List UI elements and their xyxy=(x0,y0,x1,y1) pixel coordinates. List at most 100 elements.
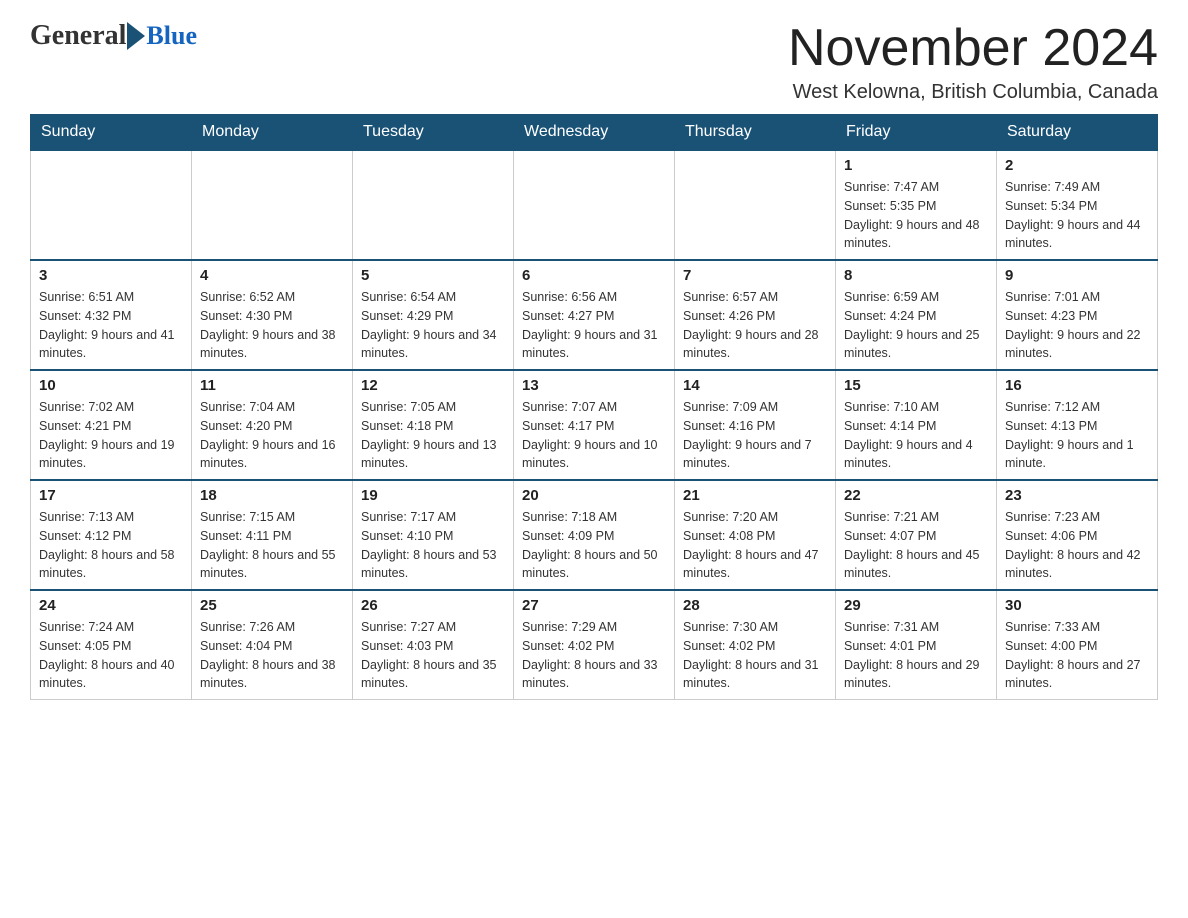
day-info: Sunrise: 6:59 AMSunset: 4:24 PMDaylight:… xyxy=(844,288,988,363)
calendar-cell: 23 Sunrise: 7:23 AMSunset: 4:06 PMDayligh… xyxy=(997,480,1158,590)
weekday-header-monday: Monday xyxy=(192,115,353,151)
calendar-cell: 8 Sunrise: 6:59 AMSunset: 4:24 PMDaylight… xyxy=(836,260,997,370)
day-number: 30 xyxy=(1005,597,1149,614)
day-info: Sunrise: 7:31 AMSunset: 4:01 PMDaylight:… xyxy=(844,618,988,693)
day-info: Sunrise: 6:52 AMSunset: 4:30 PMDaylight:… xyxy=(200,288,344,363)
day-info: Sunrise: 7:05 AMSunset: 4:18 PMDaylight:… xyxy=(361,398,505,473)
day-info: Sunrise: 7:26 AMSunset: 4:04 PMDaylight:… xyxy=(200,618,344,693)
calendar-cell: 4 Sunrise: 6:52 AMSunset: 4:30 PMDaylight… xyxy=(192,260,353,370)
day-number: 26 xyxy=(361,597,505,614)
day-info: Sunrise: 7:02 AMSunset: 4:21 PMDaylight:… xyxy=(39,398,183,473)
calendar-cell: 3Sunrise: 6:51 AMSunset: 4:32 PMDaylight… xyxy=(31,260,192,370)
calendar-cell: 24 Sunrise: 7:24 AMSunset: 4:05 PMDayligh… xyxy=(31,590,192,700)
calendar-cell: 2 Sunrise: 7:49 AMSunset: 5:34 PMDaylight… xyxy=(997,150,1158,260)
day-number: 10 xyxy=(39,377,183,394)
day-number: 9 xyxy=(1005,267,1149,284)
day-number: 2 xyxy=(1005,157,1149,174)
day-number: 5 xyxy=(361,267,505,284)
calendar-cell: 1 Sunrise: 7:47 AMSunset: 5:35 PMDaylight… xyxy=(836,150,997,260)
logo-chevron-icon xyxy=(127,22,145,50)
day-info: Sunrise: 7:30 AMSunset: 4:02 PMDaylight:… xyxy=(683,618,827,693)
logo-general: General xyxy=(30,20,126,52)
calendar-cell: 15 Sunrise: 7:10 AMSunset: 4:14 PMDayligh… xyxy=(836,370,997,480)
weekday-header-friday: Friday xyxy=(836,115,997,151)
day-number: 4 xyxy=(200,267,344,284)
day-number: 18 xyxy=(200,487,344,504)
weekday-header-sunday: Sunday xyxy=(31,115,192,151)
calendar-cell: 16 Sunrise: 7:12 AMSunset: 4:13 PMDayligh… xyxy=(997,370,1158,480)
day-info: Sunrise: 7:47 AMSunset: 5:35 PMDaylight:… xyxy=(844,178,988,253)
calendar-table: SundayMondayTuesdayWednesdayThursdayFrid… xyxy=(30,114,1158,700)
weekday-header-tuesday: Tuesday xyxy=(353,115,514,151)
calendar-cell: 26 Sunrise: 7:27 AMSunset: 4:03 PMDayligh… xyxy=(353,590,514,700)
day-number: 11 xyxy=(200,377,344,394)
calendar-cell: 9Sunrise: 7:01 AMSunset: 4:23 PMDaylight… xyxy=(997,260,1158,370)
calendar-week-5: 24 Sunrise: 7:24 AMSunset: 4:05 PMDayligh… xyxy=(31,590,1158,700)
day-number: 21 xyxy=(683,487,827,504)
day-number: 12 xyxy=(361,377,505,394)
day-number: 7 xyxy=(683,267,827,284)
day-info: Sunrise: 7:21 AMSunset: 4:07 PMDaylight:… xyxy=(844,508,988,583)
day-info: Sunrise: 7:07 AMSunset: 4:17 PMDaylight:… xyxy=(522,398,666,473)
day-info: Sunrise: 7:15 AMSunset: 4:11 PMDaylight:… xyxy=(200,508,344,583)
calendar-cell: 10 Sunrise: 7:02 AMSunset: 4:21 PMDayligh… xyxy=(31,370,192,480)
logo-blue: Blue xyxy=(146,21,197,51)
day-info: Sunrise: 7:23 AMSunset: 4:06 PMDaylight:… xyxy=(1005,508,1149,583)
calendar-cell: 18 Sunrise: 7:15 AMSunset: 4:11 PMDayligh… xyxy=(192,480,353,590)
day-number: 8 xyxy=(844,267,988,284)
day-number: 16 xyxy=(1005,377,1149,394)
day-number: 14 xyxy=(683,377,827,394)
calendar-cell: 25 Sunrise: 7:26 AMSunset: 4:04 PMDayligh… xyxy=(192,590,353,700)
day-number: 23 xyxy=(1005,487,1149,504)
day-number: 17 xyxy=(39,487,183,504)
page-header: General Blue November 2024 West Kelowna,… xyxy=(30,20,1158,104)
calendar-cell: 7Sunrise: 6:57 AMSunset: 4:26 PMDaylight… xyxy=(675,260,836,370)
day-info: Sunrise: 7:29 AMSunset: 4:02 PMDaylight:… xyxy=(522,618,666,693)
calendar-cell: 6Sunrise: 6:56 AMSunset: 4:27 PMDaylight… xyxy=(514,260,675,370)
calendar-cell: 20 Sunrise: 7:18 AMSunset: 4:09 PMDayligh… xyxy=(514,480,675,590)
day-info: Sunrise: 7:24 AMSunset: 4:05 PMDaylight:… xyxy=(39,618,183,693)
weekday-header-row: SundayMondayTuesdayWednesdayThursdayFrid… xyxy=(31,115,1158,151)
day-number: 6 xyxy=(522,267,666,284)
day-info: Sunrise: 6:54 AMSunset: 4:29 PMDaylight:… xyxy=(361,288,505,363)
logo: General Blue xyxy=(30,20,197,52)
day-number: 27 xyxy=(522,597,666,614)
calendar-week-1: 1 Sunrise: 7:47 AMSunset: 5:35 PMDaylight… xyxy=(31,150,1158,260)
day-number: 22 xyxy=(844,487,988,504)
calendar-cell: 14 Sunrise: 7:09 AMSunset: 4:16 PMDayligh… xyxy=(675,370,836,480)
calendar-cell: 29 Sunrise: 7:31 AMSunset: 4:01 PMDayligh… xyxy=(836,590,997,700)
calendar-week-2: 3Sunrise: 6:51 AMSunset: 4:32 PMDaylight… xyxy=(31,260,1158,370)
day-info: Sunrise: 7:49 AMSunset: 5:34 PMDaylight:… xyxy=(1005,178,1149,253)
calendar-cell: 19Sunrise: 7:17 AMSunset: 4:10 PMDayligh… xyxy=(353,480,514,590)
calendar-cell xyxy=(675,150,836,260)
day-number: 20 xyxy=(522,487,666,504)
day-info: Sunrise: 7:18 AMSunset: 4:09 PMDaylight:… xyxy=(522,508,666,583)
calendar-cell: 21Sunrise: 7:20 AMSunset: 4:08 PMDayligh… xyxy=(675,480,836,590)
day-info: Sunrise: 7:33 AMSunset: 4:00 PMDaylight:… xyxy=(1005,618,1149,693)
day-number: 29 xyxy=(844,597,988,614)
calendar-cell: 17 Sunrise: 7:13 AMSunset: 4:12 PMDayligh… xyxy=(31,480,192,590)
calendar-week-4: 17 Sunrise: 7:13 AMSunset: 4:12 PMDayligh… xyxy=(31,480,1158,590)
day-info: Sunrise: 6:51 AMSunset: 4:32 PMDaylight:… xyxy=(39,288,183,363)
calendar-cell: 28 Sunrise: 7:30 AMSunset: 4:02 PMDayligh… xyxy=(675,590,836,700)
day-info: Sunrise: 7:13 AMSunset: 4:12 PMDaylight:… xyxy=(39,508,183,583)
day-info: Sunrise: 7:09 AMSunset: 4:16 PMDaylight:… xyxy=(683,398,827,473)
calendar-cell xyxy=(31,150,192,260)
day-number: 28 xyxy=(683,597,827,614)
location-subtitle: West Kelowna, British Columbia, Canada xyxy=(788,81,1158,104)
calendar-cell xyxy=(192,150,353,260)
day-info: Sunrise: 7:17 AMSunset: 4:10 PMDaylight:… xyxy=(361,508,505,583)
day-number: 15 xyxy=(844,377,988,394)
title-section: November 2024 West Kelowna, British Colu… xyxy=(788,20,1158,104)
day-info: Sunrise: 7:10 AMSunset: 4:14 PMDaylight:… xyxy=(844,398,988,473)
day-number: 24 xyxy=(39,597,183,614)
day-number: 25 xyxy=(200,597,344,614)
weekday-header-saturday: Saturday xyxy=(997,115,1158,151)
day-info: Sunrise: 7:27 AMSunset: 4:03 PMDaylight:… xyxy=(361,618,505,693)
calendar-cell: 13 Sunrise: 7:07 AMSunset: 4:17 PMDayligh… xyxy=(514,370,675,480)
day-number: 1 xyxy=(844,157,988,174)
day-info: Sunrise: 7:12 AMSunset: 4:13 PMDaylight:… xyxy=(1005,398,1149,473)
calendar-cell: 27 Sunrise: 7:29 AMSunset: 4:02 PMDayligh… xyxy=(514,590,675,700)
day-number: 13 xyxy=(522,377,666,394)
calendar-cell: 22 Sunrise: 7:21 AMSunset: 4:07 PMDayligh… xyxy=(836,480,997,590)
